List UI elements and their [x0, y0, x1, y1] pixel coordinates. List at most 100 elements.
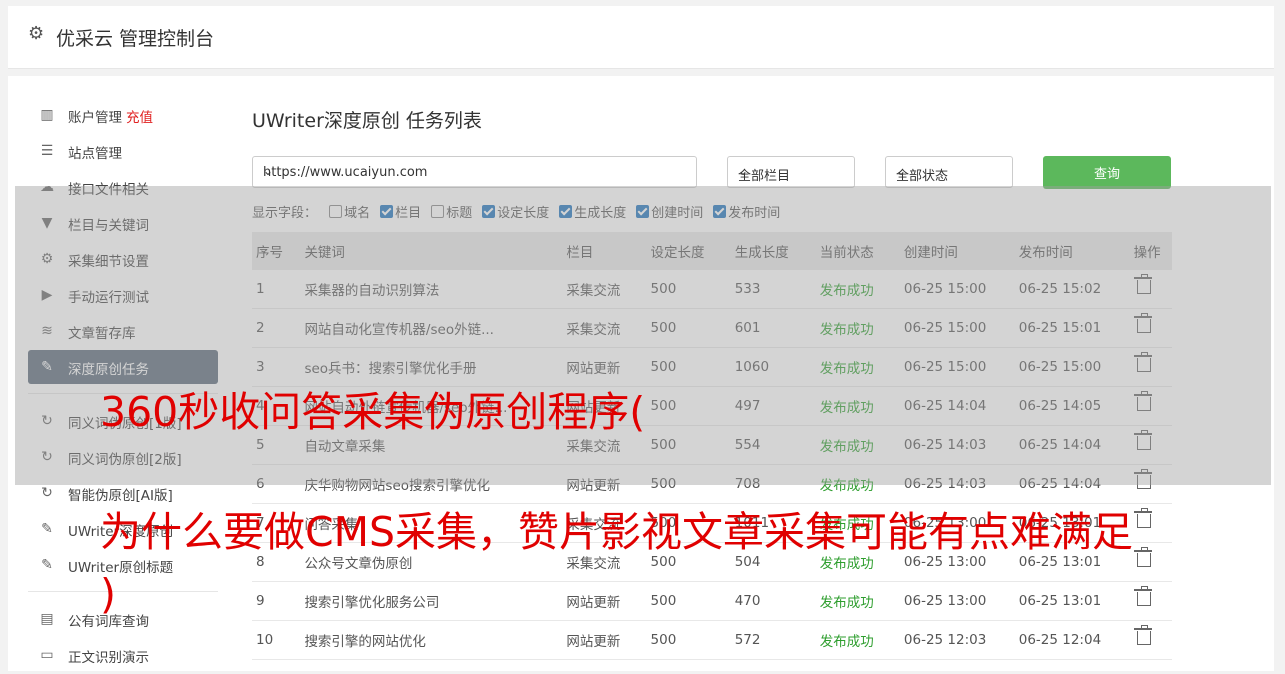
- column-select[interactable]: 全部栏目 ⌄: [727, 156, 855, 188]
- table-cell: 06-25 14:03: [899, 464, 1015, 504]
- sidebar-item[interactable]: ▼ 栏目与关键词: [28, 206, 218, 240]
- trash-icon[interactable]: [1133, 352, 1152, 372]
- checkbox-box[interactable]: [431, 205, 445, 218]
- sidebar-item[interactable]: ↻ 同义词伪原创[2版]: [28, 440, 218, 474]
- table-cell: 10: [252, 620, 301, 660]
- field-checkbox[interactable]: 创建时间: [636, 202, 703, 221]
- table-row: 3 seo兵书：搜索引擎优化手册 网站更新 500 1060 发布成功 06-25 15:0…: [252, 347, 1172, 387]
- sidebar-item[interactable]: ▥ 账户管理 充值: [28, 98, 218, 132]
- table-cell: 06-25 14:04: [1014, 464, 1130, 504]
- sidebar-item-text: 栏目与关键词: [68, 218, 149, 234]
- field-checkbox[interactable]: 域名: [329, 202, 370, 221]
- table-cell-actions: [1129, 270, 1172, 309]
- trash-icon[interactable]: [1133, 391, 1152, 411]
- sidebar-item-label: 手动运行测试: [68, 286, 149, 306]
- table-cell: 网站更新: [562, 386, 647, 426]
- table-cell: 发布成功: [815, 464, 900, 504]
- checkbox-box[interactable]: [713, 205, 727, 218]
- trash-icon[interactable]: [1133, 547, 1152, 567]
- trash-icon[interactable]: [1133, 625, 1152, 645]
- table-cell: 发布成功: [815, 581, 900, 621]
- table-row: 1 采集器的自动识别算法 采集交流 500 533 发布成功 06-25 15:00 06-2…: [252, 270, 1172, 309]
- table-cell-actions: [1129, 581, 1172, 621]
- sidebar-item-text: UWriter深度原创: [68, 524, 174, 540]
- table-cell: 发布成功: [815, 503, 900, 543]
- sidebar-item-label: 栏目与关键词: [68, 214, 149, 234]
- table-row: 7 问答采集 采集交流 500 1011 发布成功 06-25 13:00 06-25 13:…: [252, 503, 1172, 543]
- sidebar-item-text: 采集细节设置: [68, 254, 149, 270]
- display-fields-label: 显示字段：: [252, 206, 318, 221]
- table-cell: 06-25 15:00: [899, 308, 1015, 348]
- chevron-down-icon: ⌄: [896, 164, 907, 178]
- page-title: UWriter深度原创 任务列表: [252, 110, 482, 132]
- field-checkbox[interactable]: 发布时间: [713, 202, 780, 221]
- trash-icon[interactable]: [1133, 508, 1152, 528]
- table-cell: 采集交流: [562, 503, 647, 543]
- sidebar-item-text: 站点管理: [68, 146, 122, 162]
- table-cell: 1: [252, 270, 301, 309]
- field-checkbox-label: 生成长度: [574, 206, 627, 221]
- field-checkbox[interactable]: 标题: [431, 202, 472, 221]
- checkbox-box[interactable]: [380, 205, 394, 218]
- table-cell: 572: [730, 620, 816, 660]
- table-cell: 7: [252, 503, 301, 543]
- table-cell: 500: [646, 270, 731, 309]
- sidebar-item-text: 同义词伪原创[2版]: [68, 452, 182, 468]
- table-cell: seo兵书：搜索引擎优化手册: [300, 347, 563, 387]
- site-select[interactable]: https://www.ucaiyun.com ⌄: [252, 156, 697, 188]
- table-cell: 500: [646, 347, 731, 387]
- sidebar-item-text: 正文识别演示: [68, 650, 149, 666]
- trash-icon[interactable]: [1133, 430, 1152, 450]
- trash-icon[interactable]: [1133, 586, 1152, 606]
- table-cell: 搜索引擎优化服务公司: [300, 581, 563, 621]
- trash-icon[interactable]: [1133, 274, 1152, 294]
- trash-icon[interactable]: [1133, 469, 1152, 489]
- table-row: 10 搜索引擎的网站优化 网站更新 500 572 发布成功 06-25 12:03 06-2…: [252, 620, 1172, 660]
- sidebar-item[interactable]: ✎ UWriter深度原创: [28, 512, 218, 546]
- table-cell: 06-25 13:01: [1014, 542, 1130, 582]
- sidebar-item[interactable]: ▤ 公有词库查询: [28, 602, 218, 636]
- sidebar-item[interactable]: ✎ 深度原创任务: [28, 350, 218, 384]
- table-cell: 4: [252, 386, 301, 426]
- table-cell: 网站更新: [562, 581, 647, 621]
- sidebar-item-text: 接口文件相关: [68, 182, 149, 198]
- sidebar: ▥ 账户管理 充值 ☰ 站点管理 ☁ 接口文件相关 ▼ 栏目与关键词 ⚙ 采集细节设置 ▶ 手动运行测试…: [28, 98, 218, 674]
- status-select[interactable]: 全部状态 ⌄: [885, 156, 1013, 188]
- checkbox-box[interactable]: [329, 205, 343, 218]
- sidebar-item-label: 接口文件相关: [68, 178, 149, 198]
- field-checkbox[interactable]: 生成长度: [559, 202, 626, 221]
- top-header: ⚙ 优采云 管理控制台: [8, 6, 1274, 69]
- sidebar-item[interactable]: ☰ 站点管理: [28, 134, 218, 168]
- recharge-link[interactable]: 充值: [126, 110, 153, 126]
- sidebar-item[interactable]: ▭ 正文识别演示: [28, 638, 218, 672]
- bar-chart-icon: ▥: [40, 107, 54, 123]
- field-checkbox[interactable]: 栏目: [380, 202, 421, 221]
- checkbox-box[interactable]: [559, 205, 573, 218]
- book-icon: ▤: [40, 611, 54, 627]
- sidebar-item[interactable]: ≋ 文章暂存库: [28, 314, 218, 348]
- table-row: 2 网站自动化宣传机器/seo外链... 采集交流 500 601 发布成功 06-25 1…: [252, 308, 1172, 348]
- trash-icon[interactable]: [1133, 313, 1152, 333]
- sidebar-item[interactable]: ☁ 接口文件相关: [28, 170, 218, 204]
- table-cell: 庆华购物网站seo搜索引擎优化: [300, 464, 563, 504]
- sidebar-item[interactable]: ▶ 手动运行测试: [28, 278, 218, 312]
- checkbox-box[interactable]: [482, 205, 496, 218]
- table-cell: 500: [646, 308, 731, 348]
- table-cell: 5: [252, 425, 301, 465]
- sidebar-item[interactable]: ⚙ 采集细节设置: [28, 242, 218, 276]
- table-cell: 708: [730, 464, 816, 504]
- table-cell: 采集交流: [562, 308, 647, 348]
- sidebar-item[interactable]: ↻ 同义词伪原创[1版]: [28, 404, 218, 438]
- page-header-title: 优采云 管理控制台: [56, 28, 215, 50]
- column-header: 关键词: [300, 232, 563, 270]
- refresh-icon: ↻: [41, 449, 53, 465]
- table-cell: 06-25 14:04: [899, 386, 1015, 426]
- server-icon: ☰: [40, 143, 54, 159]
- table-cell: 8: [252, 542, 301, 582]
- sidebar-item[interactable]: ✎ UWriter原创标题: [28, 548, 218, 582]
- sidebar-item[interactable]: ↻ 智能伪原创[AI版]: [28, 476, 218, 510]
- query-button[interactable]: 查询: [1043, 156, 1171, 189]
- field-checkbox[interactable]: 设定长度: [482, 202, 549, 221]
- checkbox-box[interactable]: [636, 205, 650, 218]
- table-cell: 3: [252, 347, 301, 387]
